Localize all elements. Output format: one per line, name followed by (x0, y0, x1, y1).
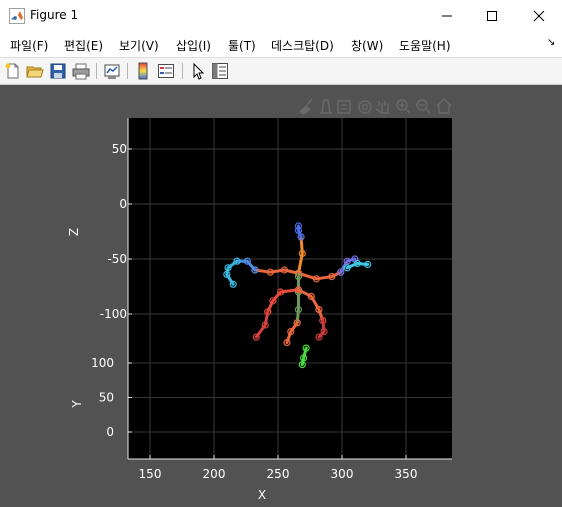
plot-3d[interactable]: 150 200 250 300 350 50 0 -50 -100 0 50 100 X Y Z (0, 0, 562, 507)
x-tick-label: 200 (203, 467, 226, 481)
series-line-9 (295, 275, 300, 325)
plot-layer: 150 200 250 300 350 50 0 -50 -100 0 50 100 X Y Z (67, 118, 452, 502)
x-tick-label: 250 (267, 467, 290, 481)
x-tick-label: 300 (331, 467, 354, 481)
z-tick-label: 50 (112, 142, 127, 156)
y-tick-label: 0 (106, 425, 114, 439)
y-axis-label: Y (70, 400, 84, 409)
x-axis-label: X (258, 488, 266, 502)
z-axis-label: Z (67, 228, 81, 236)
z-tick-label: -100 (100, 307, 127, 321)
x-tick-label: 150 (139, 467, 162, 481)
z-tick-label: -50 (107, 252, 127, 266)
axes-background (128, 118, 452, 459)
z-tick-label: 0 (119, 197, 127, 211)
x-tick-label: 350 (395, 467, 418, 481)
y-tick-label: 100 (91, 356, 114, 370)
y-tick-label: 50 (99, 391, 114, 405)
